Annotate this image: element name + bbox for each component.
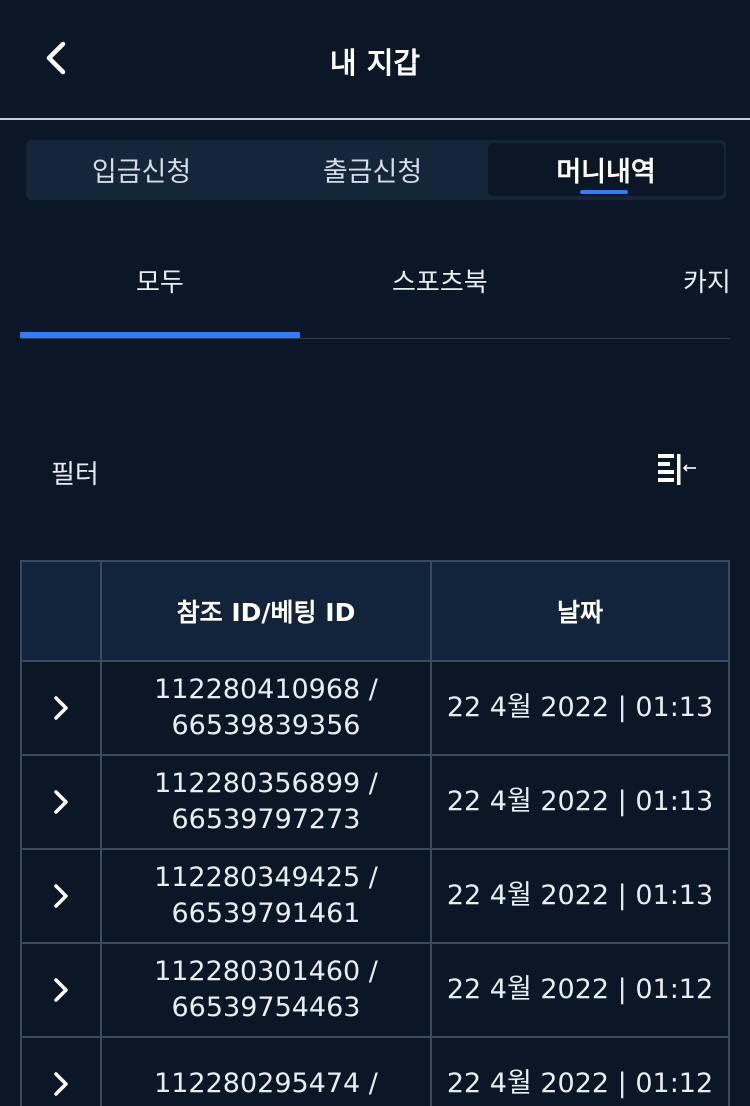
tab-deposit-request[interactable]: 입금신청 (26, 143, 257, 196)
table-body: 112280410968 / 66539839356 22 4월 2022 | 01… (20, 662, 730, 1106)
date-cell: 22 4월 2022 | 01:13 (430, 662, 730, 754)
ref-bet-id-cell: 112280295474 / (100, 1038, 430, 1106)
bet-id: 66539797273 (171, 804, 361, 835)
bet-id: 66539839356 (171, 710, 361, 741)
money-history-table: 참조 ID/베팅 ID 날짜 112280410968 / 66539839356… (20, 560, 730, 1106)
bet-id: 66539791461 (171, 898, 361, 929)
filter-button[interactable] (652, 446, 702, 494)
tab-sportsbook[interactable]: 스포츠북 (392, 262, 488, 299)
page-title: 내 지갑 (329, 46, 421, 80)
header-ref-bet-id: 참조 ID/베팅 ID (100, 562, 430, 660)
category-tabs: 모두 스포츠북 카지 (0, 240, 750, 340)
table-row[interactable]: 112280349425 / 66539791461 22 4월 2022 | 01… (20, 850, 730, 944)
header-divider (0, 118, 750, 120)
tab-all[interactable]: 모두 (136, 262, 184, 299)
active-tab-indicator (580, 190, 628, 194)
active-category-indicator (20, 332, 300, 338)
table-row[interactable]: 112280295474 / 22 4월 2022 | 01:12 (20, 1038, 730, 1106)
date-cell: 22 4월 2022 | 01:13 (430, 850, 730, 942)
table-header-row: 참조 ID/베팅 ID 날짜 (20, 560, 730, 662)
header-expand-cell (20, 562, 100, 660)
ref-id: 112280349425 / (154, 862, 378, 893)
ref-id: 112280301460 / (154, 956, 378, 987)
expand-row-button[interactable] (20, 662, 100, 754)
chevron-right-icon (54, 1072, 68, 1096)
chevron-right-icon (54, 790, 68, 814)
bet-id: 66539754463 (171, 992, 361, 1023)
expand-row-button[interactable] (20, 1038, 100, 1106)
filter-label: 필터 (51, 460, 99, 490)
expand-row-button[interactable] (20, 944, 100, 1036)
filter-list-icon (658, 454, 696, 485)
expand-row-button[interactable] (20, 756, 100, 848)
date-cell: 22 4월 2022 | 01:12 (430, 1038, 730, 1106)
date-cell: 22 4월 2022 | 01:13 (430, 756, 730, 848)
table-row[interactable]: 112280301460 / 66539754463 22 4월 2022 | 01… (20, 944, 730, 1038)
wallet-segment-tabs: 입금신청 출금신청 머니내역 (26, 140, 726, 200)
ref-bet-id-cell: 112280410968 / 66539839356 (100, 662, 430, 754)
ref-bet-id-cell: 112280301460 / 66539754463 (100, 944, 430, 1036)
tab-withdraw-request[interactable]: 출금신청 (257, 143, 488, 196)
ref-id: 112280295474 / (154, 1068, 378, 1099)
tab-money-history[interactable]: 머니내역 (488, 143, 724, 196)
app-header: 내 지갑 (0, 0, 750, 120)
expand-row-button[interactable] (20, 850, 100, 942)
header-date: 날짜 (430, 562, 730, 660)
table-row[interactable]: 112280410968 / 66539839356 22 4월 2022 | 01… (20, 662, 730, 756)
tab-money-history-label: 머니내역 (556, 157, 656, 188)
chevron-right-icon (54, 978, 68, 1002)
my-wallet-screen: 내 지갑 입금신청 출금신청 머니내역 모두 스포츠북 카지 필터 참조 ID/… (0, 0, 750, 1106)
tab-casino[interactable]: 카지 (683, 262, 731, 299)
ref-id: 112280356899 / (154, 768, 378, 799)
chevron-right-icon (54, 884, 68, 908)
ref-bet-id-cell: 112280349425 / 66539791461 (100, 850, 430, 942)
table-row[interactable]: 112280356899 / 66539797273 22 4월 2022 | 01… (20, 756, 730, 850)
category-tabs-divider (20, 338, 730, 339)
ref-bet-id-cell: 112280356899 / 66539797273 (100, 756, 430, 848)
ref-id: 112280410968 / (154, 674, 378, 705)
date-cell: 22 4월 2022 | 01:12 (430, 944, 730, 1036)
chevron-right-icon (54, 696, 68, 720)
